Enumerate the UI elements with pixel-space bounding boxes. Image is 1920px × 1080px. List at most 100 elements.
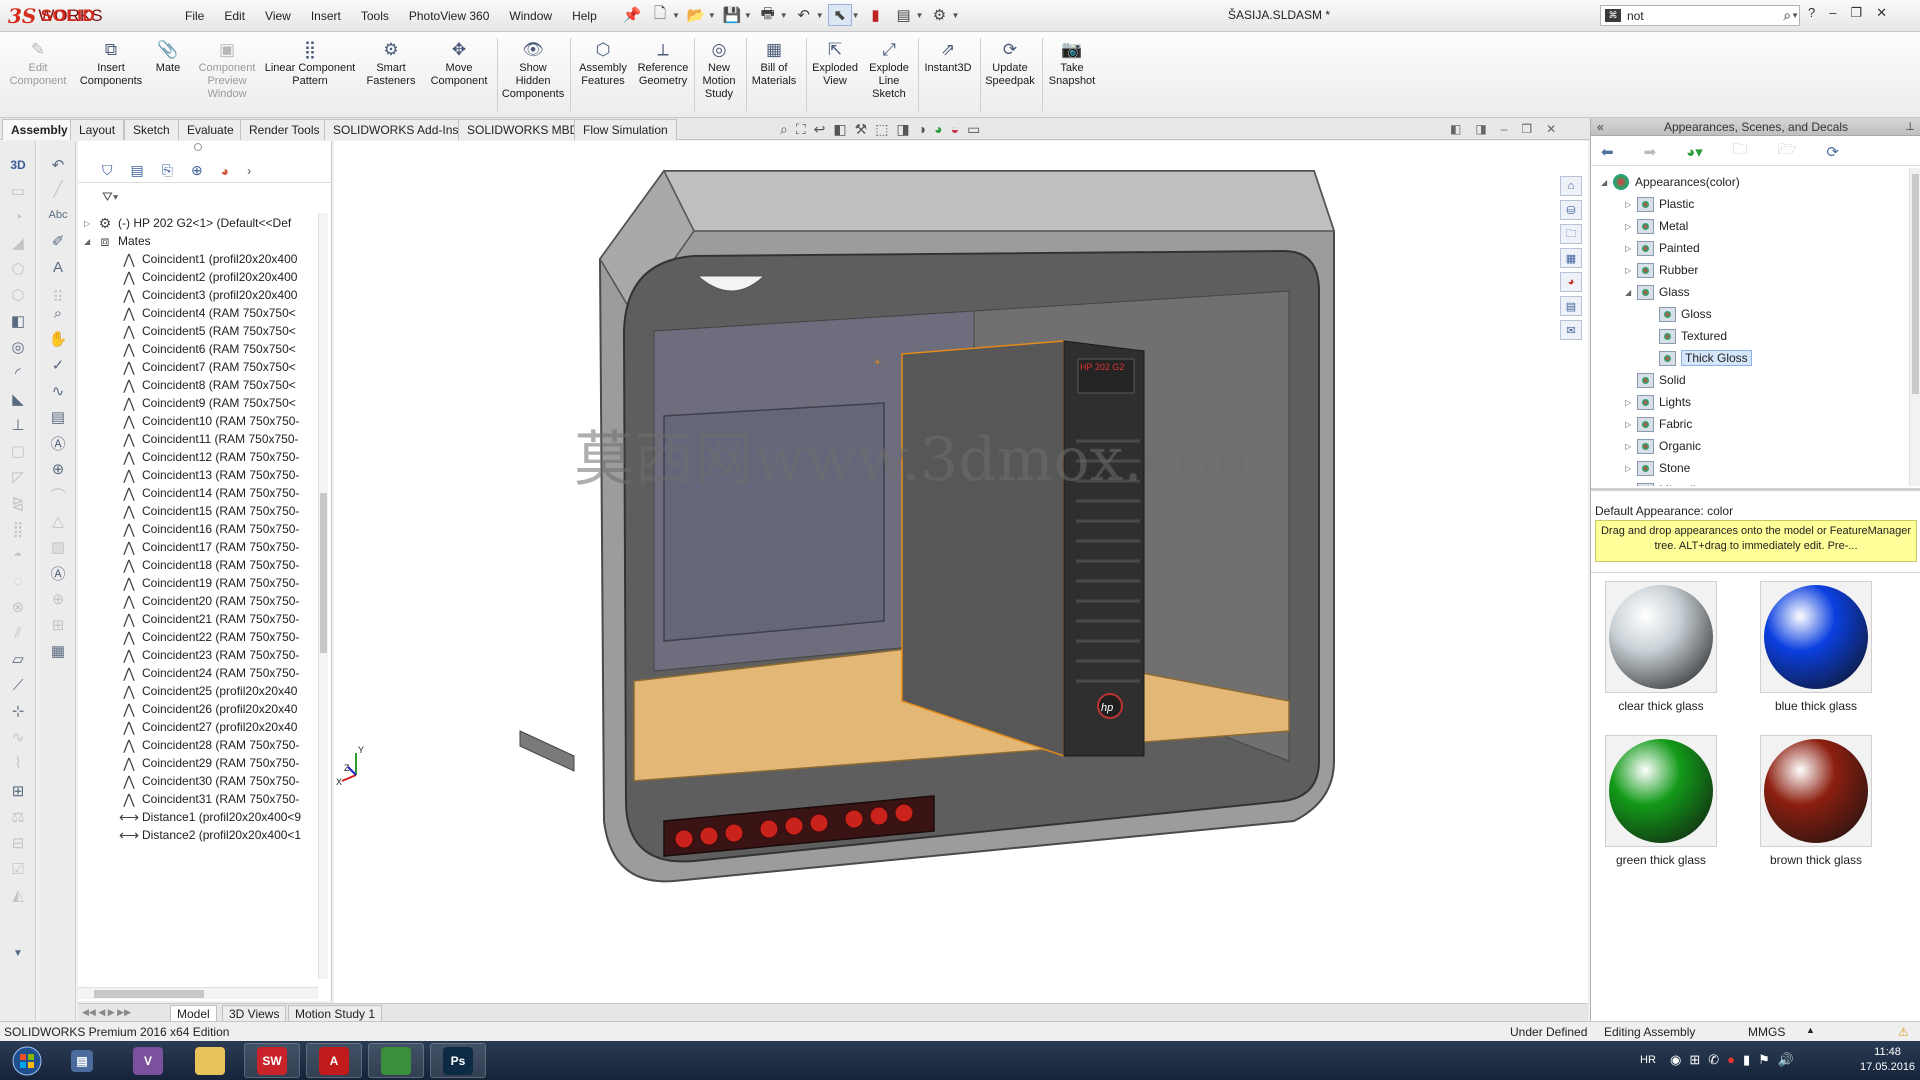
tree-item-mate[interactable]: ⋀ Coincident24 (RAM 750x750- xyxy=(108,663,299,683)
vertical-scrollbar[interactable] xyxy=(1909,168,1920,486)
tray-action-center-icon[interactable]: ⚑ xyxy=(1758,1052,1770,1068)
expand-toggle-icon[interactable]: ▷ xyxy=(1625,222,1637,231)
tab-evaluate[interactable]: Evaluate xyxy=(178,119,243,140)
chevron-down-icon[interactable]: ▼ xyxy=(780,11,788,20)
chevron-down-icon[interactable]: ▼ xyxy=(951,11,959,20)
horizontal-scrollbar[interactable] xyxy=(78,987,318,999)
edit-appearance-icon[interactable]: ◕ xyxy=(934,121,942,137)
new-document-icon[interactable]: 🗋 xyxy=(648,4,672,26)
tree-item-mate[interactable]: ⋀ Coincident27 (profil20x20x40 xyxy=(108,717,297,737)
zoom-to-area-icon[interactable]: ⛶ xyxy=(796,121,806,138)
text-icon[interactable]: A xyxy=(48,257,68,277)
tree-item-mate[interactable]: ⋀ Coincident23 (RAM 750x750- xyxy=(108,645,299,665)
weld-icon[interactable]: ⌒ xyxy=(48,485,68,505)
rebuild-status-icon[interactable]: ⚠ xyxy=(1898,1025,1909,1039)
update-speedpak-button[interactable]: ⟳ Update Speedpak xyxy=(982,38,1038,88)
reference-plane-icon[interactable]: ▱ xyxy=(8,649,28,669)
collapse-pane-icon[interactable]: « xyxy=(1597,120,1604,134)
new-motion-study-button[interactable]: ◎ New Motion Study xyxy=(696,38,742,101)
chevron-down-icon[interactable]: ▼ xyxy=(1791,11,1799,20)
add-folder-icon[interactable]: 🗀 xyxy=(1733,139,1748,164)
appearance-folder-stone[interactable]: ▷ Stone xyxy=(1625,458,1690,478)
start-button[interactable] xyxy=(4,1043,50,1079)
menu-edit[interactable]: Edit xyxy=(214,9,255,23)
collapse-toggle-icon[interactable]: ◢ xyxy=(1601,178,1613,187)
pan-icon[interactable]: ✋ xyxy=(48,329,68,349)
tree-item-mate[interactable]: ⋀ Coincident10 (RAM 750x750- xyxy=(108,411,299,431)
close-button[interactable]: ✕ xyxy=(1876,5,1887,21)
instant3d-button[interactable]: ⇗ Instant3D xyxy=(920,38,976,75)
tree-item-mate[interactable]: ⋀ Coincident21 (RAM 750x750- xyxy=(108,609,299,629)
tray-network-icon[interactable]: ▮ xyxy=(1743,1052,1750,1068)
menu-view[interactable]: View xyxy=(255,9,301,23)
helix-icon[interactable]: ⌇ xyxy=(8,753,28,773)
draft-analysis-icon[interactable]: ◭ xyxy=(8,885,28,905)
open-icon[interactable]: 📂 xyxy=(684,4,708,26)
3d-sketch-icon[interactable]: 3D xyxy=(8,155,28,175)
restore-button[interactable]: ❐ xyxy=(1850,5,1862,21)
print-icon[interactable]: 🖶 xyxy=(756,4,780,26)
expand-toggle-icon[interactable]: ▷ xyxy=(1625,398,1637,407)
back-icon[interactable]: ⬅ xyxy=(1601,143,1614,161)
mass-properties-icon[interactable]: ⚖ xyxy=(8,807,28,827)
tab-flow-simulation[interactable]: Flow Simulation xyxy=(574,119,677,140)
feature-manager-tab-icon[interactable]: ⛉ xyxy=(102,162,113,179)
smart-dimension-icon[interactable]: ↶ xyxy=(48,155,68,175)
chevron-down-icon[interactable]: ▼ xyxy=(916,11,924,20)
split-icon[interactable]: ⫽ xyxy=(8,623,28,643)
tree-item-mate[interactable]: ⋀ Coincident7 (RAM 750x750< xyxy=(108,357,296,377)
table-icon[interactable]: ▤ xyxy=(48,407,68,427)
wrap-icon[interactable]: ◌ xyxy=(8,571,28,591)
tree-item-mate[interactable]: ⋀ Coincident20 (RAM 750x750- xyxy=(108,591,299,611)
configuration-manager-tab-icon[interactable]: ⎘ xyxy=(162,162,173,179)
spelling-check-icon[interactable]: Abc xyxy=(48,205,68,225)
tree-item-mate[interactable]: ⟷ Distance1 (profil20x20x400<9 xyxy=(108,807,301,827)
mate-button[interactable]: 📎 Mate xyxy=(150,38,186,75)
unit-system-select[interactable]: MMGS xyxy=(1748,1025,1785,1039)
view-palette-icon[interactable]: ▦ xyxy=(1560,248,1582,268)
reference-geometry-button[interactable]: ⟂ Reference Geometry xyxy=(634,38,692,88)
expand-toggle-icon[interactable]: ▷ xyxy=(1625,464,1637,473)
tab-solidworks-mbd[interactable]: SOLIDWORKS MBD xyxy=(458,119,588,140)
tree-item-mate[interactable]: ⋀ Coincident30 (RAM 750x750- xyxy=(108,771,299,791)
shell-icon[interactable]: ▢ xyxy=(8,441,28,461)
tab-layout[interactable]: Layout xyxy=(70,119,125,140)
axis-icon[interactable]: ⟋ xyxy=(8,675,28,695)
sketch-line-icon[interactable]: ╱ xyxy=(48,179,68,199)
swatch-brown-thick-glass[interactable]: brown thick glass xyxy=(1756,735,1876,867)
tree-item-mate[interactable]: ⋀ Coincident5 (RAM 750x750< xyxy=(108,321,296,341)
taskbar-app-viber[interactable]: V xyxy=(120,1043,176,1078)
tree-item-mate[interactable]: ⋀ Coincident3 (profil20x20x400 xyxy=(108,285,297,305)
save-icon[interactable]: 💾 xyxy=(720,4,744,26)
triad-xz[interactable]: Y X Z xyxy=(336,745,380,789)
appearance-folder-gloss[interactable]: Gloss xyxy=(1647,304,1712,324)
solidworks-resources-icon[interactable]: ⌂ xyxy=(1560,176,1582,196)
graphics-area[interactable]: HP 202 G2 hp + 莫西网www.3dmox.com xyxy=(334,141,1588,1003)
section-icon[interactable]: ⊟ xyxy=(8,833,28,853)
appearance-folder-organic[interactable]: ▷ Organic xyxy=(1625,436,1701,456)
sweep-icon[interactable]: ◢ xyxy=(8,233,28,253)
assembly-features-button[interactable]: ⬡ Assembly Features xyxy=(574,38,632,88)
collapse-handle[interactable] xyxy=(194,143,202,151)
language-indicator[interactable]: HR xyxy=(1640,1054,1656,1066)
menu-window[interactable]: Window xyxy=(499,9,562,23)
chevron-down-icon[interactable]: ▼ xyxy=(708,11,716,20)
expand-toggle-icon[interactable]: ▷ xyxy=(1625,442,1637,451)
appearance-folder-fabric[interactable]: ▷ Fabric xyxy=(1625,414,1692,434)
tray-antivirus-icon[interactable]: ● xyxy=(1727,1052,1735,1068)
draft-icon[interactable]: ◸ xyxy=(8,467,28,487)
chevron-down-icon[interactable]: ▼ xyxy=(744,11,752,20)
rib-icon[interactable]: ⊥ xyxy=(8,415,28,435)
check-icon[interactable]: ☑ xyxy=(8,859,28,879)
curve-icon[interactable]: ∿ xyxy=(8,727,28,747)
centerline-icon[interactable]: ⊞ xyxy=(48,615,68,635)
center-mark-icon[interactable]: ⊕ xyxy=(48,589,68,609)
edit-component-button[interactable]: ✎ Edit Component xyxy=(6,38,70,88)
swatch-clear-thick-glass[interactable]: clear thick glass xyxy=(1601,581,1721,713)
measure-icon[interactable]: ⊞ xyxy=(8,781,28,801)
dynamic-annotation-icon[interactable]: ⚒ xyxy=(855,121,868,138)
extrude-icon[interactable]: ▭ xyxy=(8,181,28,201)
tree-item-mate[interactable]: ⋀ Coincident29 (RAM 750x750- xyxy=(108,753,299,773)
menu-file[interactable]: File xyxy=(175,9,214,23)
checkmark-icon[interactable]: ✓ xyxy=(48,355,68,375)
